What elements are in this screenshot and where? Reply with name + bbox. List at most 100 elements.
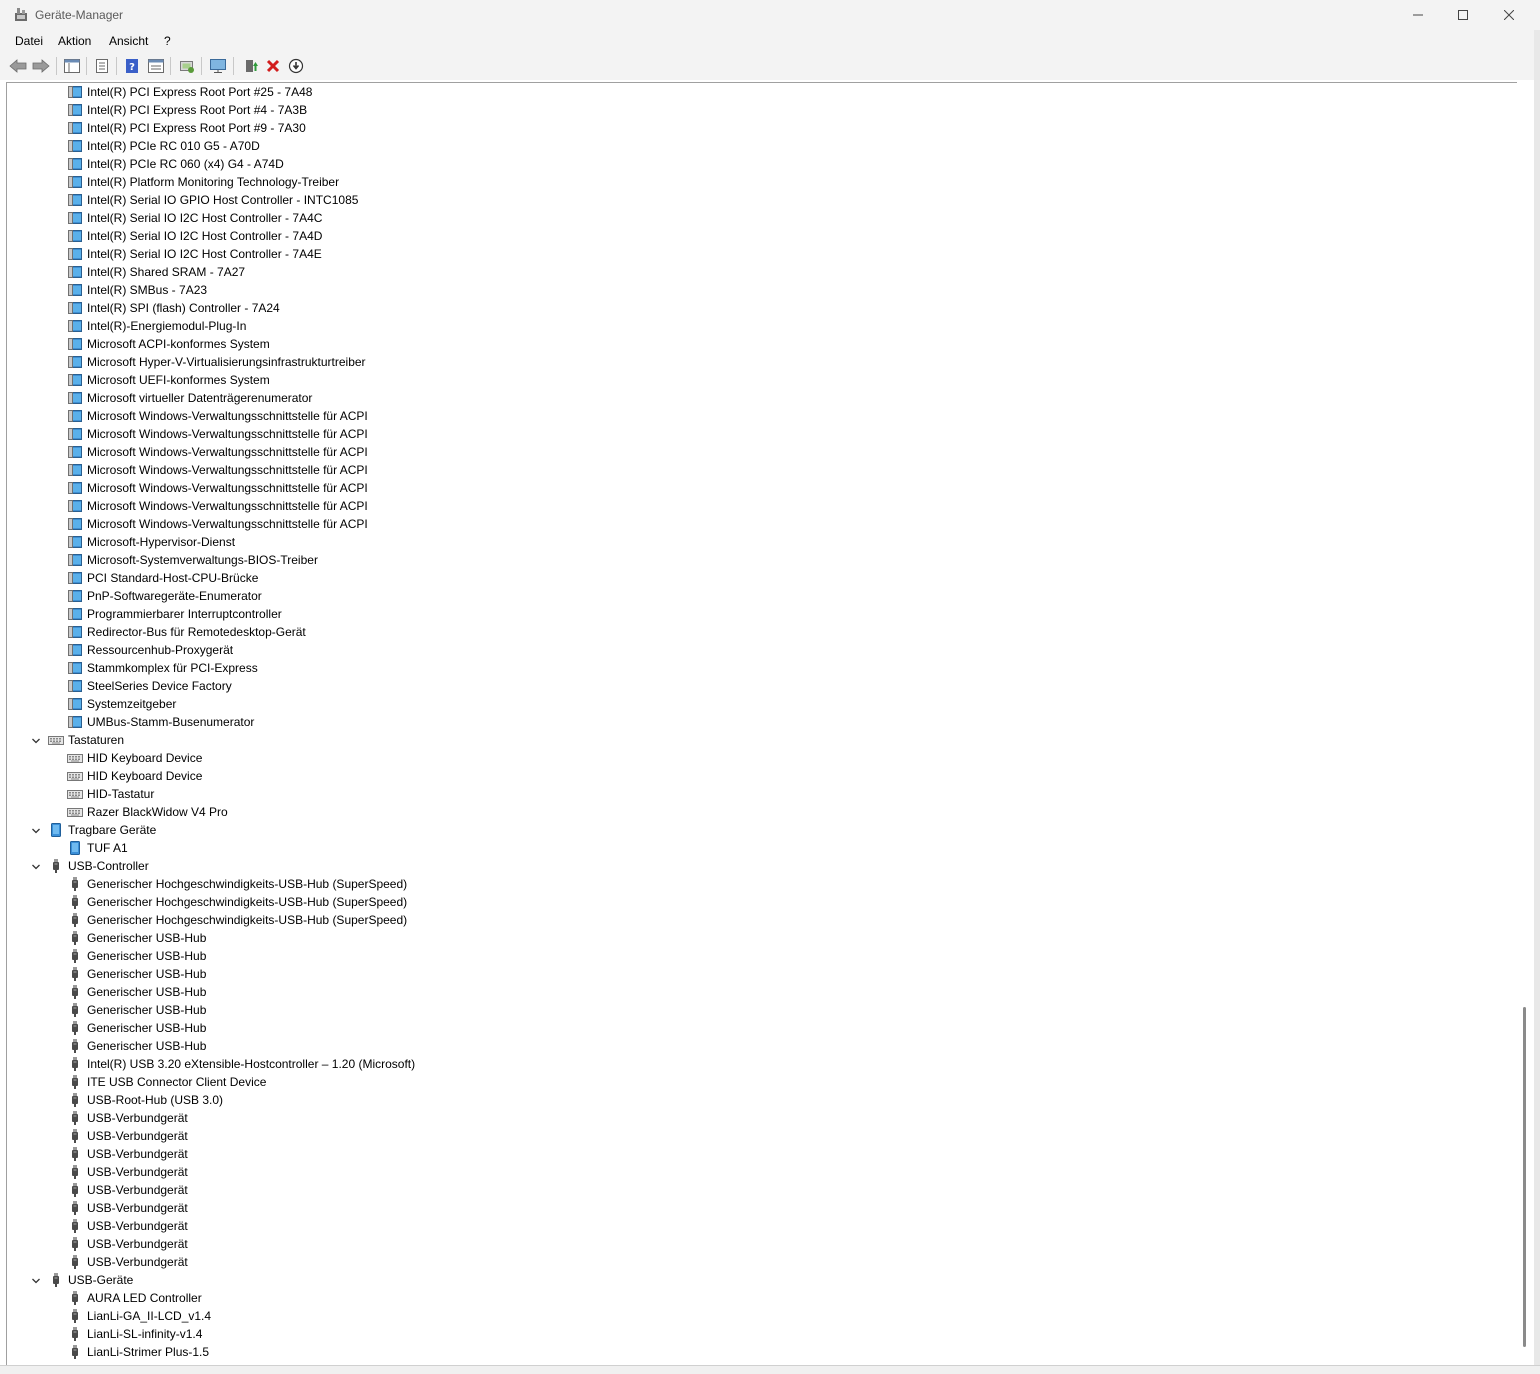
tree-category[interactable]: USB-Controller [32, 857, 149, 875]
tree-device-item[interactable]: Microsoft Windows-Verwaltungsschnittstel… [67, 479, 368, 497]
tree-device-item[interactable]: Generischer USB-Hub [67, 1019, 206, 1037]
tree-device-item[interactable]: SteelSeries Device Factory [67, 677, 232, 695]
tree-device-item[interactable]: Intel(R) PCI Express Root Port #9 - 7A30 [67, 119, 306, 137]
chevron-down-icon[interactable] [31, 735, 41, 745]
tree-device-item[interactable]: Intel(R) PCIe RC 060 (x4) G4 - A74D [67, 155, 284, 173]
close-button[interactable] [1486, 0, 1532, 30]
tree-device-item[interactable]: LianLi-SL-infinity-v1.4 [67, 1325, 202, 1343]
action-pane-icon[interactable] [145, 55, 167, 77]
menu-help[interactable]: ? [164, 34, 171, 48]
tree-device-item[interactable]: Intel(R) Serial IO I2C Host Controller -… [67, 227, 322, 245]
tree-device-item[interactable]: Programmierbarer Interruptcontroller [67, 605, 282, 623]
tree-device-item[interactable]: USB-Verbundgerät [67, 1145, 188, 1163]
tree-device-item[interactable]: Microsoft Windows-Verwaltungsschnittstel… [67, 407, 368, 425]
device-tree[interactable]: Intel(R) PCI Express Root Port #25 - 7A4… [7, 83, 1516, 1364]
tree-device-item[interactable]: Microsoft Windows-Verwaltungsschnittstel… [67, 443, 368, 461]
tree-device-item[interactable]: Microsoft Windows-Verwaltungsschnittstel… [67, 497, 368, 515]
tree-device-item[interactable]: Intel(R) Shared SRAM - 7A27 [67, 263, 245, 281]
tree-device-item[interactable]: Intel(R) PCI Express Root Port #25 - 7A4… [67, 83, 312, 101]
tree-device-item[interactable]: Microsoft Windows-Verwaltungsschnittstel… [67, 461, 368, 479]
tree-device-item[interactable]: Intel(R) Serial IO GPIO Host Controller … [67, 191, 358, 209]
scan-hardware-icon[interactable] [176, 55, 198, 77]
tree-device-item[interactable]: Intel(R) Serial IO I2C Host Controller -… [67, 209, 322, 227]
tree-device-item[interactable]: Stammkomplex für PCI-Express [67, 659, 258, 677]
monitor-icon[interactable] [207, 55, 229, 77]
tree-device-item[interactable]: USB-Verbundgerät [67, 1163, 188, 1181]
tree-device-item[interactable]: UMBus-Stamm-Busenumerator [67, 713, 254, 731]
tree-device-item[interactable]: Generischer USB-Hub [67, 929, 206, 947]
tree-item-label: Tragbare Geräte [68, 823, 157, 837]
tree-device-item[interactable]: Generischer Hochgeschwindigkeits-USB-Hub… [67, 911, 407, 929]
tree-device-item[interactable]: HID Keyboard Device [67, 767, 202, 785]
tree-device-item[interactable]: Microsoft ACPI-konformes System [67, 335, 270, 353]
disable-device-icon[interactable] [285, 55, 307, 77]
tree-device-item[interactable]: Generischer USB-Hub [67, 1037, 206, 1055]
tree-device-item[interactable]: Intel(R) PCIe RC 010 G5 - A70D [67, 137, 260, 155]
tree-category[interactable]: Tragbare Geräte [32, 821, 157, 839]
show-hide-console-tree-icon[interactable] [61, 55, 83, 77]
help-icon[interactable]: ? [121, 55, 143, 77]
tree-device-item[interactable]: Generischer USB-Hub [67, 1001, 206, 1019]
tree-device-item[interactable]: HID Keyboard Device [67, 749, 202, 767]
tree-device-item[interactable]: TUF A1 [67, 839, 128, 857]
tree-device-item[interactable]: Intel(R)-Energiemodul-Plug-In [67, 317, 246, 335]
scrollbar-thumb[interactable] [1523, 1007, 1526, 1347]
tree-device-item[interactable]: Intel(R) PCI Express Root Port #4 - 7A3B [67, 101, 307, 119]
chevron-down-icon[interactable] [31, 825, 41, 835]
tree-device-item[interactable]: Generischer USB-Hub [67, 983, 206, 1001]
tree-device-item[interactable]: AURA LED Controller [67, 1289, 202, 1307]
tree-device-item[interactable]: LianLi-Strimer Plus-1.5 [67, 1343, 209, 1361]
tree-device-item[interactable]: Ressourcenhub-Proxygerät [67, 641, 233, 659]
tree-device-item[interactable]: Intel(R) Serial IO I2C Host Controller -… [67, 245, 322, 263]
properties-icon[interactable] [91, 55, 113, 77]
tree-category[interactable]: Tastaturen [32, 731, 124, 749]
tree-device-item[interactable]: Intel(R) Platform Monitoring Technology-… [67, 173, 339, 191]
menu-datei[interactable]: Datei [15, 34, 43, 48]
tree-device-item[interactable]: Systemzeitgeber [67, 695, 176, 713]
tree-device-item[interactable]: PnP-Softwaregeräte-Enumerator [67, 587, 262, 605]
minimize-button[interactable] [1395, 0, 1441, 30]
chevron-down-icon[interactable] [31, 1275, 41, 1285]
back-icon[interactable] [7, 55, 29, 77]
tree-device-item[interactable]: PCI Standard-Host-CPU-Brücke [67, 569, 258, 587]
tree-device-item[interactable]: Generischer Hochgeschwindigkeits-USB-Hub… [67, 875, 407, 893]
tree-category[interactable]: USB-Geräte [32, 1271, 133, 1289]
tree-device-item[interactable]: Microsoft UEFI-konformes System [67, 371, 270, 389]
vertical-scrollbar[interactable] [1516, 83, 1534, 1364]
keyboard-icon [67, 786, 83, 802]
tree-item-label: Intel(R) Platform Monitoring Technology-… [87, 175, 340, 189]
chevron-down-icon[interactable] [31, 861, 41, 871]
tree-device-item[interactable]: Generischer Hochgeschwindigkeits-USB-Hub… [67, 893, 407, 911]
tree-device-item[interactable]: Intel(R) USB 3.20 eXtensible-Hostcontrol… [67, 1055, 415, 1073]
tree-device-item[interactable]: ITE USB Connector Client Device [67, 1073, 266, 1091]
update-driver-icon[interactable] [240, 55, 262, 77]
tree-item-label: Intel(R) Shared SRAM - 7A27 [87, 265, 246, 279]
forward-icon[interactable] [30, 55, 52, 77]
tree-device-item[interactable]: Microsoft Windows-Verwaltungsschnittstel… [67, 515, 368, 533]
tree-device-item[interactable]: Redirector-Bus für Remotedesktop-Gerät [67, 623, 306, 641]
tree-device-item[interactable]: HID-Tastatur [67, 785, 154, 803]
tree-device-item[interactable]: Intel(R) SPI (flash) Controller - 7A24 [67, 299, 280, 317]
tree-device-item[interactable]: Microsoft-Systemverwaltungs-BIOS-Treiber [67, 551, 318, 569]
tree-device-item[interactable]: USB-Verbundgerät [67, 1127, 188, 1145]
tree-device-item[interactable]: USB-Verbundgerät [67, 1235, 188, 1253]
tree-device-item[interactable]: Microsoft-Hypervisor-Dienst [67, 533, 235, 551]
maximize-button[interactable] [1440, 0, 1486, 30]
tree-device-item[interactable]: Microsoft Windows-Verwaltungsschnittstel… [67, 425, 368, 443]
tree-device-item[interactable]: Generischer USB-Hub [67, 947, 206, 965]
tree-device-item[interactable]: Intel(R) SMBus - 7A23 [67, 281, 207, 299]
tree-device-item[interactable]: Microsoft virtueller Datenträgerenumerat… [67, 389, 312, 407]
tree-device-item[interactable]: LianLi-GA_II-LCD_v1.4 [67, 1307, 211, 1325]
tree-device-item[interactable]: USB-Verbundgerät [67, 1253, 188, 1271]
tree-device-item[interactable]: Generischer USB-Hub [67, 965, 206, 983]
tree-device-item[interactable]: Microsoft Hyper-V-Virtualisierungsinfras… [67, 353, 366, 371]
tree-device-item[interactable]: Razer BlackWidow V4 Pro [67, 803, 228, 821]
tree-device-item[interactable]: USB-Verbundgerät [67, 1109, 188, 1127]
uninstall-icon[interactable] [262, 55, 284, 77]
menu-ansicht[interactable]: Ansicht [109, 34, 148, 48]
tree-device-item[interactable]: USB-Verbundgerät [67, 1181, 188, 1199]
menu-aktion[interactable]: Aktion [58, 34, 91, 48]
tree-device-item[interactable]: USB-Verbundgerät [67, 1217, 188, 1235]
tree-device-item[interactable]: USB-Verbundgerät [67, 1199, 188, 1217]
tree-device-item[interactable]: USB-Root-Hub (USB 3.0) [67, 1091, 223, 1109]
